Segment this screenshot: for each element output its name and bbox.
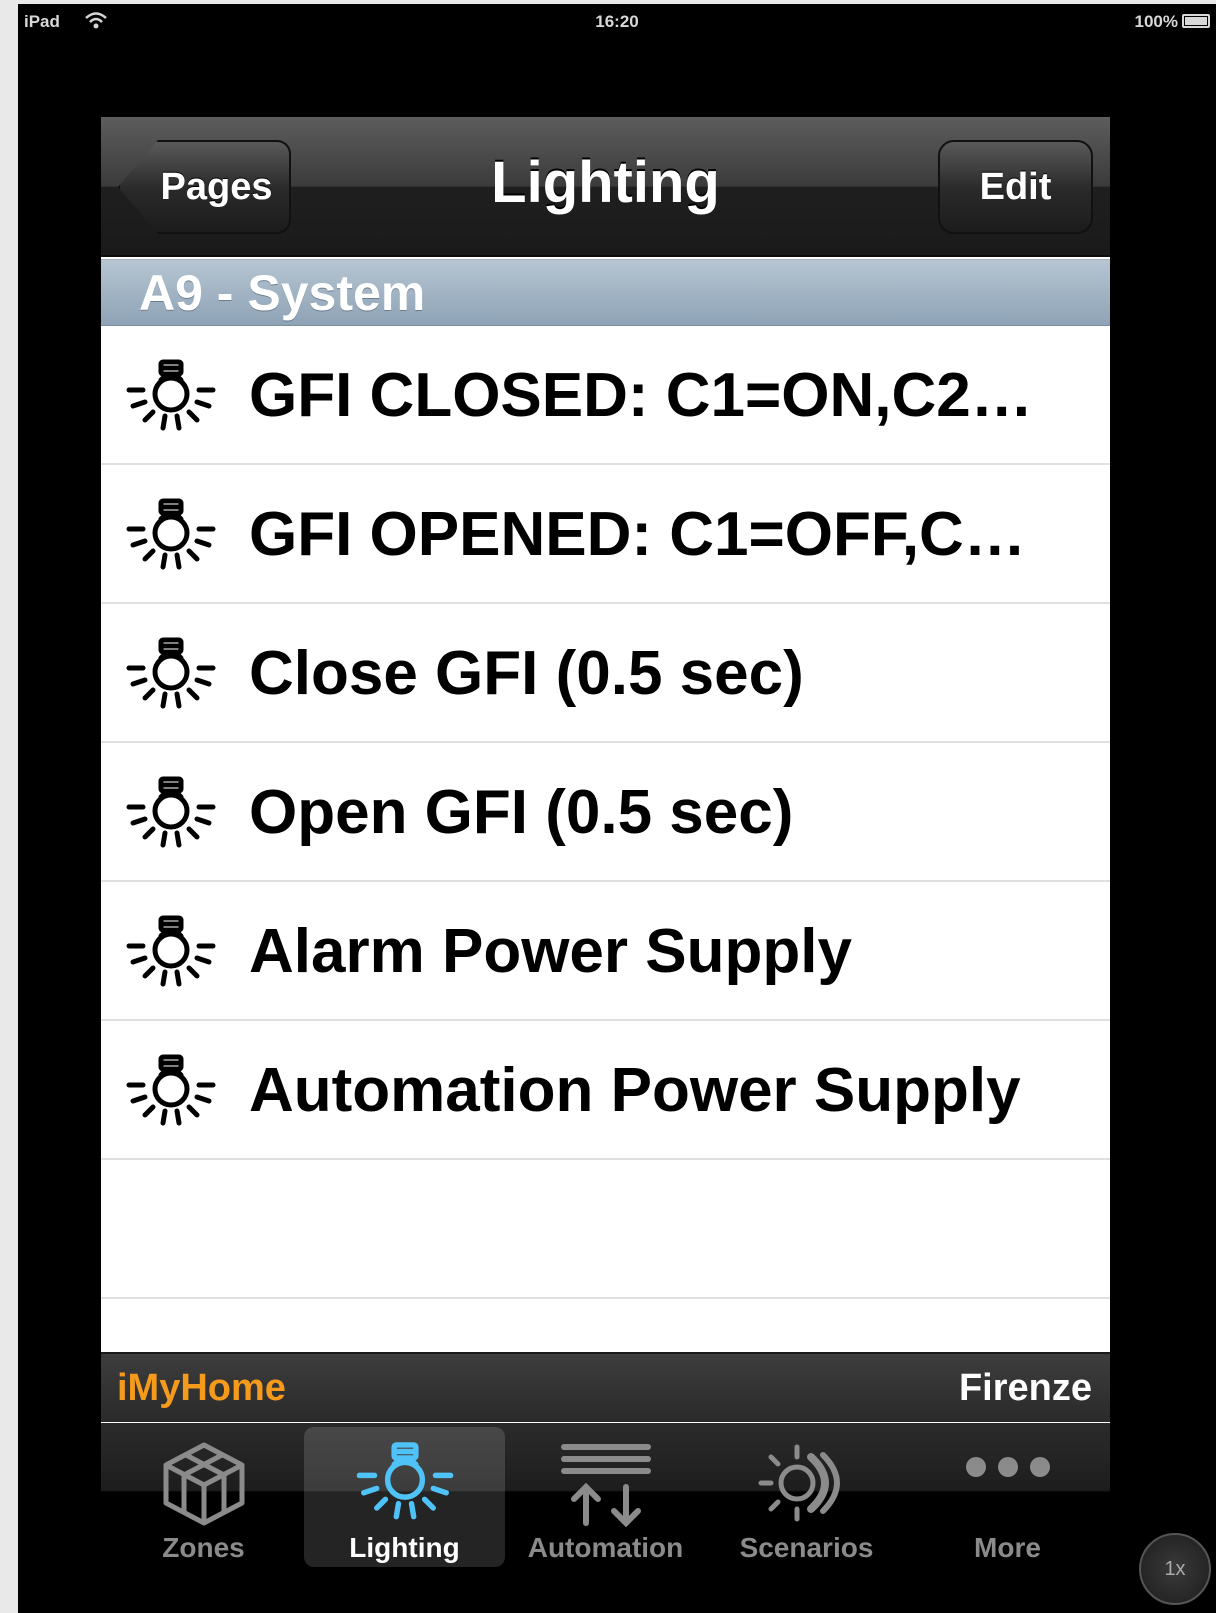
tab-label: Automation (527, 1532, 684, 1563)
list-item[interactable]: GFI OPENED: C1=OFF,C… (101, 465, 1110, 604)
empty-row (101, 1160, 1110, 1299)
tab-label: More (974, 1532, 1041, 1563)
list-item-label: GFI OPENED: C1=OFF,C… (249, 500, 1026, 569)
light-bulb-icon (125, 773, 217, 855)
tab-label: Lighting (349, 1532, 460, 1563)
list-item-label: Automation Power Supply (249, 1056, 1021, 1125)
tab-label: Zones (162, 1532, 245, 1563)
zoom-button[interactable]: 1x (1139, 1533, 1211, 1605)
battery-icon (1182, 14, 1210, 28)
list-item-label: Close GFI (0.5 sec) (249, 639, 804, 708)
navigation-bar: Pages Lighting Edit (101, 117, 1110, 257)
light-bulb-icon (125, 634, 217, 716)
status-time: 16:20 (595, 12, 639, 31)
back-pages-button[interactable]: Pages (118, 140, 291, 234)
tab-label: Scenarios (739, 1532, 874, 1563)
battery-percent: 100% (1134, 12, 1178, 31)
location-label: Firenze (958, 1367, 1092, 1409)
list-item[interactable]: GFI CLOSED: C1=ON,C2… (101, 326, 1110, 465)
tab-zones[interactable]: Zones (103, 1423, 304, 1573)
more-dots-icon (958, 1437, 1058, 1529)
lighting-list: GFI CLOSED: C1=ON,C2… GFI OPENED: C1=OFF… (101, 326, 1110, 1438)
sun-moon-icon (757, 1437, 857, 1529)
list-item[interactable]: Alarm Power Supply (101, 882, 1110, 1021)
tab-more[interactable]: More (907, 1423, 1108, 1573)
edit-button[interactable]: Edit (938, 140, 1093, 234)
shutter-arrows-icon (556, 1437, 656, 1529)
tab-scenarios[interactable]: Scenarios (706, 1423, 907, 1573)
list-item-label: Open GFI (0.5 sec) (249, 778, 794, 847)
tab-lighting[interactable]: Lighting (304, 1427, 505, 1567)
status-bar: iPad 16:20 100% (18, 4, 1216, 40)
footer-bar: iMyHome Firenze (101, 1352, 1110, 1422)
light-bulb-icon (125, 1051, 217, 1133)
light-bulb-icon (355, 1437, 455, 1529)
tab-bar: Zones Lighting Automation Scenarios More (101, 1423, 1110, 1573)
light-bulb-icon (125, 495, 217, 577)
page-title: Lighting (491, 150, 720, 215)
list-item[interactable]: Open GFI (0.5 sec) (101, 743, 1110, 882)
light-bulb-icon (125, 912, 217, 994)
brand-label: iMyHome (117, 1367, 286, 1409)
list-item-label: Alarm Power Supply (249, 917, 852, 986)
tab-automation[interactable]: Automation (505, 1423, 706, 1573)
light-bulb-icon (125, 356, 217, 438)
list-item[interactable]: Automation Power Supply (101, 1021, 1110, 1160)
list-item-label: GFI CLOSED: C1=ON,C2… (249, 361, 1033, 430)
list-item[interactable]: Close GFI (0.5 sec) (101, 604, 1110, 743)
app-window: Pages Lighting Edit A9 - System GFI CLOS… (101, 117, 1110, 1492)
section-header: A9 - System (101, 259, 1110, 326)
cube-icon (154, 1437, 254, 1529)
